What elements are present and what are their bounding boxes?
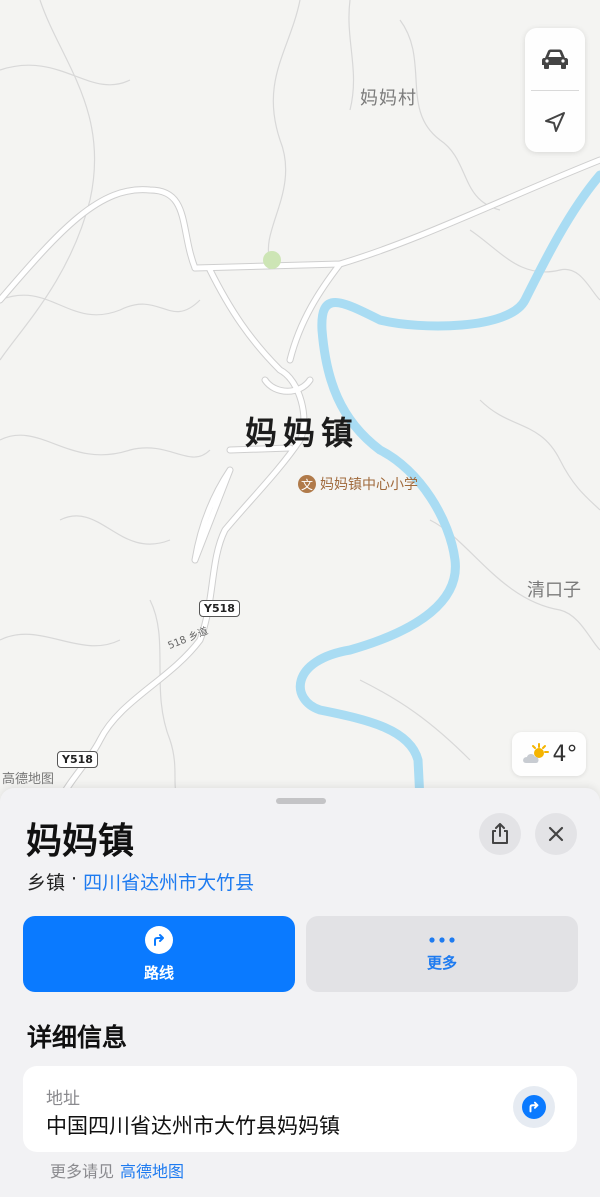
poi-label: 妈妈镇中心小学: [320, 477, 418, 493]
village-label[interactable]: 妈妈村: [360, 84, 417, 110]
section-title: 详细信息: [27, 1023, 128, 1052]
route-label: 路线: [143, 963, 174, 982]
close-icon: [548, 826, 564, 842]
place-subtitle: 乡镇 · 四川省达州市大竹县: [27, 868, 254, 895]
partly-cloudy-icon: [522, 743, 549, 763]
close-button[interactable]: [535, 813, 577, 855]
map-view[interactable]: 妈妈村 妈妈镇 文 妈妈镇中心小学 清口子 Y518 Y518 518 乡道 高…: [0, 0, 600, 800]
locate-button[interactable]: [525, 91, 585, 153]
map-watermark: 高德地图: [2, 772, 55, 787]
address-label: 地址: [46, 1089, 80, 1109]
share-button[interactable]: [479, 813, 521, 855]
share-icon: [492, 823, 508, 844]
ellipsis-icon: [429, 936, 455, 943]
directions-button[interactable]: [513, 1086, 555, 1128]
region-link[interactable]: 四川省达州市大竹县: [83, 868, 254, 895]
attribution-prefix: 更多请见: [50, 1162, 115, 1181]
more-button[interactable]: 更多: [306, 916, 578, 992]
place-sheet: 妈妈镇 乡镇 · 四川省达州市大竹县 路线 更多 详细信息 地址 中国四川省达州…: [0, 788, 600, 1197]
place-label[interactable]: 清口子: [527, 576, 581, 602]
poi-school[interactable]: 文 妈妈镇中心小学: [298, 474, 418, 494]
sheet-grabber[interactable]: [276, 798, 326, 804]
town-label[interactable]: 妈妈镇: [245, 408, 359, 454]
school-icon: 文: [298, 475, 316, 493]
address-value: 中国四川省达州市大竹县妈妈镇: [46, 1114, 340, 1138]
road-shield: Y518: [57, 751, 98, 768]
car-icon: [542, 49, 568, 69]
turn-right-arrow-icon: [522, 1095, 546, 1119]
place-title: 妈妈镇: [26, 821, 135, 862]
place-category: 乡镇: [27, 872, 66, 894]
route-button[interactable]: 路线: [23, 916, 295, 992]
drive-mode-button[interactable]: [525, 28, 585, 90]
temperature: 4°: [552, 741, 578, 767]
map-controls: [525, 28, 585, 152]
road-shield: Y518: [199, 600, 240, 617]
separator: ·: [71, 868, 78, 890]
turn-right-arrow-icon: [145, 925, 173, 954]
weather-widget[interactable]: 4°: [512, 732, 586, 776]
address-card[interactable]: 地址 中国四川省达州市大竹县妈妈镇: [23, 1066, 577, 1152]
map-roads-and-river: [0, 0, 600, 800]
attribution: 更多请见 高德地图: [50, 1158, 184, 1182]
more-label: 更多: [426, 953, 457, 972]
attribution-link[interactable]: 高德地图: [120, 1158, 184, 1182]
location-arrow-icon: [545, 112, 565, 132]
